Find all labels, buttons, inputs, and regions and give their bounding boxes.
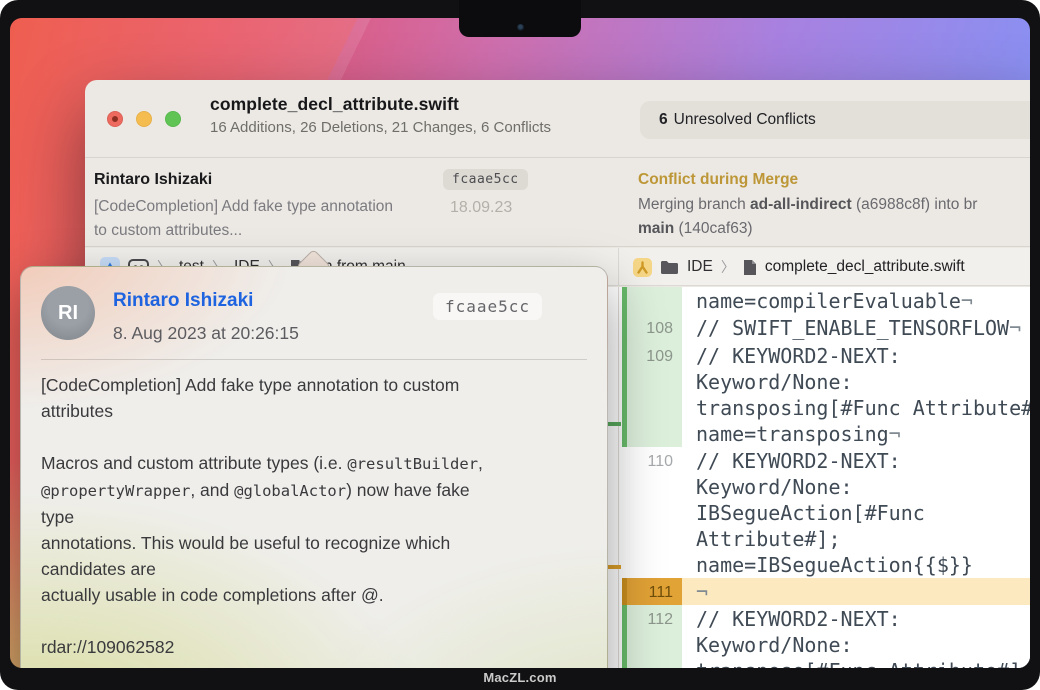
watermark: MacZL.com <box>0 670 1040 688</box>
zoom-button[interactable] <box>165 111 181 127</box>
code-text: ¬ <box>682 578 1030 605</box>
camera-icon <box>517 24 524 31</box>
commit-message-paragraph: rdar://109062582 <box>41 634 589 660</box>
desktop-screen: complete_decl_attribute.swift 16 Additio… <box>10 18 1030 668</box>
code-text: // KEYWORD2-NEXT:Keyword/None:IBSegueAct… <box>682 447 1030 578</box>
code-text: // SWIFT_ENABLE_TENSORFLOW¬ <box>682 314 1030 342</box>
popover-commit-message: [CodeCompletion] Add fake type annotatio… <box>41 372 589 668</box>
code-text: name=compilerEvaluable¬ <box>682 287 1030 314</box>
code-row: 111¬ <box>622 578 1030 605</box>
code-text: // KEYWORD2-NEXT:Keyword/None:transpose[… <box>682 605 1030 668</box>
merge-indicator-icon[interactable] <box>633 258 652 277</box>
popover-hash-badge: fcaae5cc <box>433 293 542 320</box>
commit-summary-bar: Rintaro Ishizaki [CodeCompletion] Add fa… <box>85 159 1030 247</box>
minimize-button[interactable] <box>136 111 152 127</box>
commit-message-paragraph: Macros and custom attribute types (i.e. … <box>41 450 589 608</box>
close-button[interactable] <box>107 111 123 127</box>
merge-description-line2: main (140caf63) <box>638 220 753 238</box>
jumpbar-separator: 〉 <box>721 257 735 277</box>
commit-message-line1: [CodeCompletion] Add fake type annotatio… <box>94 198 393 216</box>
line-number[interactable]: 109 <box>627 342 682 447</box>
conflict-during-merge-title: Conflict during Merge <box>638 171 798 189</box>
popover-author-link[interactable]: Rintaro Ishizaki <box>113 290 253 312</box>
editor-pane-right[interactable]: name=compilerEvaluable¬108// SWIFT_ENABL… <box>618 287 1030 668</box>
window-title-block: complete_decl_attribute.swift 16 Additio… <box>210 94 551 136</box>
commit-message-line2: to custom attributes... <box>94 222 242 240</box>
line-number[interactable]: 111 <box>627 578 682 605</box>
code-row: 109// KEYWORD2-NEXT:Keyword/None:transpo… <box>622 342 1030 447</box>
line-number[interactable]: 110 <box>627 447 682 578</box>
code-row: 112// KEYWORD2-NEXT:Keyword/None:transpo… <box>622 605 1030 668</box>
commit-author: Rintaro Ishizaki <box>94 171 212 189</box>
commit-hash-badge: fcaae5cc <box>443 169 528 190</box>
popover-divider <box>41 359 587 360</box>
commit-popover: RI Rintaro Ishizaki 8. Aug 2023 at 20:26… <box>20 266 608 668</box>
window-titlebar: complete_decl_attribute.swift 16 Additio… <box>85 80 1030 158</box>
code-rows: name=compilerEvaluable¬108// SWIFT_ENABL… <box>622 287 1030 668</box>
unresolved-conflicts-button[interactable]: 6 Unresolved Conflicts <box>640 101 1030 139</box>
merge-description-line1: Merging branch ad-all-indirect (a6988c8f… <box>638 196 977 214</box>
popover-commit-date: 8. Aug 2023 at 20:26:15 <box>113 323 299 344</box>
conflicts-label: Unresolved Conflicts <box>674 111 816 128</box>
jumpbar-item-file[interactable]: complete_decl_attribute.swift <box>765 258 965 276</box>
display-notch <box>459 0 581 37</box>
commit-message-paragraph: [CodeCompletion] Add fake type annotatio… <box>41 372 589 424</box>
code-row: name=compilerEvaluable¬ <box>622 287 1030 314</box>
popover-panel: RI Rintaro Ishizaki 8. Aug 2023 at 20:26… <box>20 266 608 668</box>
window-subtitle: 16 Additions, 26 Deletions, 21 Changes, … <box>210 119 551 136</box>
macbook-frame: complete_decl_attribute.swift 16 Additio… <box>0 0 1040 690</box>
line-number[interactable] <box>627 287 682 314</box>
line-number[interactable]: 112 <box>627 605 682 668</box>
jumpbar-item-folder[interactable]: IDE <box>687 258 713 276</box>
folder-icon <box>660 260 679 275</box>
window-title: complete_decl_attribute.swift <box>210 94 551 115</box>
code-row: 110// KEYWORD2-NEXT:Keyword/None:IBSegue… <box>622 447 1030 578</box>
conflicts-count: 6 <box>659 111 668 128</box>
avatar: RI <box>41 286 95 340</box>
jump-bar-right: IDE 〉 complete_decl_attribute.swift <box>618 248 1030 286</box>
code-text: // KEYWORD2-NEXT:Keyword/None:transposin… <box>682 342 1030 447</box>
line-number[interactable]: 108 <box>627 314 682 342</box>
commit-date: 18.09.23 <box>450 199 512 217</box>
document-icon <box>743 259 757 276</box>
code-row: 108// SWIFT_ENABLE_TENSORFLOW¬ <box>622 314 1030 342</box>
